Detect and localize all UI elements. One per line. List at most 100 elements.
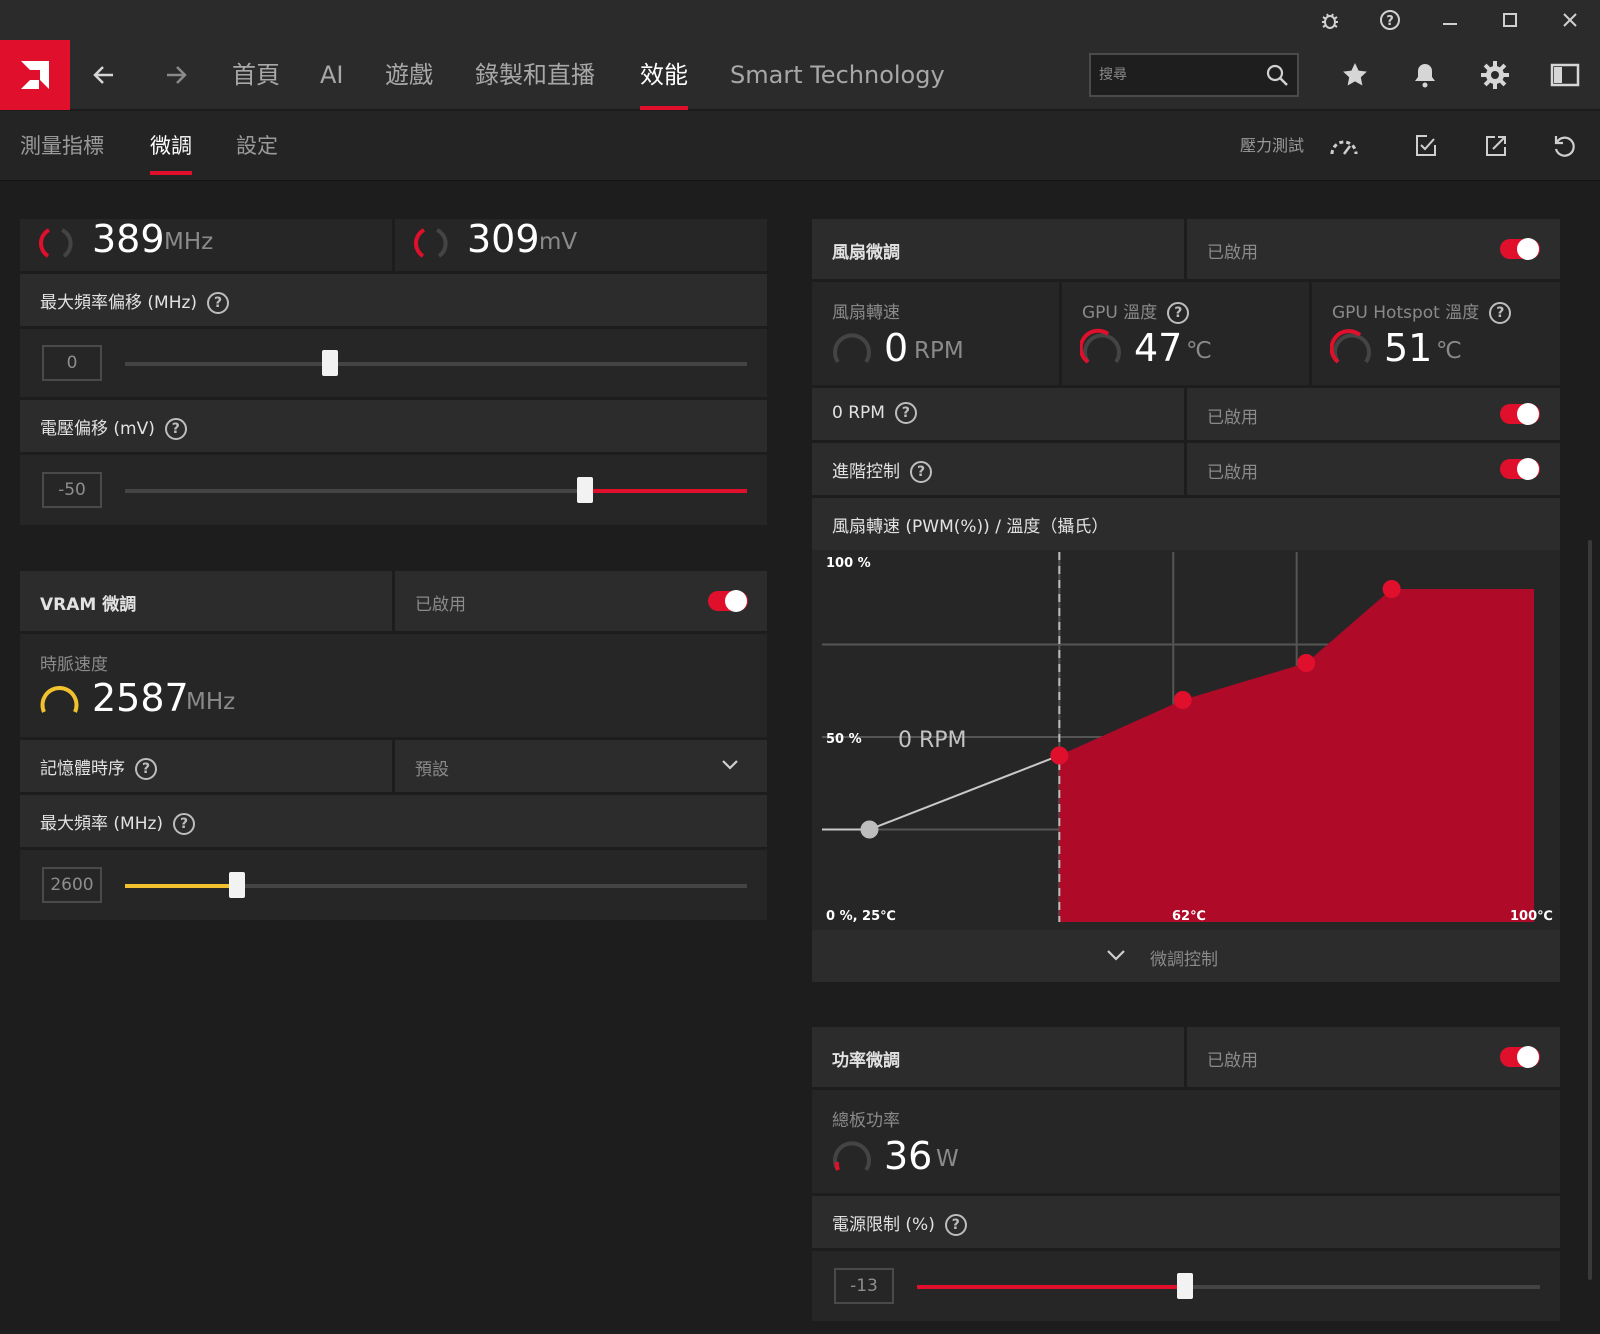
bell-icon[interactable] bbox=[1405, 55, 1445, 95]
chart-point-inactive bbox=[860, 820, 879, 839]
vram-tuning-toggle[interactable] bbox=[708, 590, 748, 612]
fine-tune-control-label[interactable]: 微調控制 bbox=[1150, 945, 1218, 970]
gpu-clock-readout: 389 MHz bbox=[20, 217, 392, 271]
gear-icon[interactable] bbox=[1475, 55, 1515, 95]
voltage-offset-header: 電壓偏移 (mV)? bbox=[20, 400, 767, 452]
fan-tuning-title: 風扇微調 bbox=[832, 243, 900, 263]
chart-line-inactive bbox=[869, 754, 1060, 831]
voltage-offset-label: 電壓偏移 (mV) bbox=[40, 419, 155, 439]
fan-speed-readout: 風扇轉速 0 RPM bbox=[812, 282, 1059, 385]
gpu-temp-gauge-icon bbox=[1080, 328, 1121, 364]
close-icon[interactable] bbox=[1550, 0, 1590, 40]
nav-tab-record-stream[interactable]: 錄製和直播 bbox=[475, 40, 595, 110]
fan-tuning-toggle[interactable] bbox=[1500, 238, 1540, 260]
help-icon[interactable]: ? bbox=[135, 758, 157, 780]
sub-tab-tuning[interactable]: 微調 bbox=[150, 111, 192, 181]
search-box[interactable] bbox=[1089, 53, 1299, 97]
max-freq-offset-input[interactable]: 0 bbox=[42, 345, 102, 381]
vram-tuning-status: 已啟用 bbox=[415, 595, 466, 615]
nav-tab-smart-technology[interactable]: Smart Technology bbox=[730, 40, 945, 110]
star-icon[interactable] bbox=[1335, 55, 1375, 95]
nav-tab-ai[interactable]: AI bbox=[320, 40, 344, 110]
chart-point bbox=[1050, 746, 1069, 765]
gpu-temp-unit: ℃ bbox=[1186, 338, 1212, 364]
nav-tab-home[interactable]: 首頁 bbox=[232, 40, 280, 110]
back-arrow-icon[interactable] bbox=[84, 55, 124, 95]
max-freq-offset-track[interactable] bbox=[125, 362, 747, 366]
help-icon[interactable]: ? bbox=[1167, 302, 1190, 324]
help-icon[interactable]: ? bbox=[1489, 302, 1512, 324]
sub-tab-settings[interactable]: 設定 bbox=[236, 111, 278, 181]
fan-tuning-status-cell: 已啟用 bbox=[1187, 219, 1560, 279]
fan-tuning-header: 風扇微調 bbox=[812, 219, 1184, 279]
vram-max-freq-input[interactable]: 2600 bbox=[42, 867, 102, 903]
fan-speed-label: 風扇轉速 bbox=[832, 303, 900, 323]
save-profile-icon[interactable] bbox=[1408, 128, 1444, 164]
minimize-icon[interactable] bbox=[1430, 0, 1470, 40]
voltage-offset-input[interactable]: -50 bbox=[42, 472, 102, 508]
fan-tuning-status: 已啟用 bbox=[1207, 243, 1258, 263]
advanced-control-label: 進階控制 bbox=[832, 462, 900, 482]
nav-tab-performance[interactable]: 效能 bbox=[640, 40, 688, 110]
fine-tune-control-toggle[interactable]: 微調控制 bbox=[812, 930, 1560, 982]
vram-max-freq-label: 最大頻率 (MHz) bbox=[40, 814, 164, 834]
max-freq-offset-slider[interactable] bbox=[322, 350, 339, 376]
scrollbar[interactable] bbox=[1588, 540, 1592, 1280]
memory-timing-dropdown[interactable]: 預設 bbox=[395, 740, 767, 792]
help-icon[interactable]: ? bbox=[173, 813, 196, 835]
chart-tick-x-max: 100℃ bbox=[1510, 909, 1553, 924]
help-icon[interactable]: ? bbox=[207, 292, 230, 314]
help-icon[interactable]: ? bbox=[894, 402, 917, 424]
zero-rpm-toggle[interactable] bbox=[1500, 403, 1540, 425]
chevron-down-icon[interactable] bbox=[1106, 948, 1126, 962]
max-freq-offset-row: 0 bbox=[20, 329, 767, 397]
reset-icon[interactable] bbox=[1546, 128, 1582, 164]
board-power-label: 總板功率 bbox=[832, 1111, 900, 1131]
bug-icon[interactable] bbox=[1310, 0, 1350, 40]
fan-curve-chart[interactable]: 100 % 50 % 0 %, 25℃ 62℃ 100℃ 0 RPM bbox=[822, 552, 1553, 928]
vram-max-freq-fill bbox=[125, 884, 237, 888]
power-tuning-header: 功率微調 bbox=[812, 1027, 1184, 1087]
maximize-icon[interactable] bbox=[1490, 0, 1530, 40]
power-limit-header: 電源限制 (%)? bbox=[812, 1196, 1560, 1248]
chart-tick-y-top: 100 % bbox=[826, 556, 871, 571]
chevron-down-icon[interactable] bbox=[721, 758, 739, 772]
zero-rpm-label: 0 RPM bbox=[832, 403, 885, 423]
search-input[interactable] bbox=[1099, 63, 1249, 87]
vram-tuning-header: VRAM 微調 bbox=[20, 571, 392, 631]
help-icon[interactable]: ? bbox=[1370, 0, 1410, 40]
gpu-hotspot-label: GPU Hotspot 溫度 bbox=[1332, 303, 1480, 323]
power-limit-input[interactable]: -13 bbox=[834, 1268, 894, 1304]
advanced-control-toggle[interactable] bbox=[1500, 458, 1540, 480]
power-limit-row: -13 bbox=[812, 1251, 1560, 1321]
stress-test-label[interactable]: 壓力測試 bbox=[1240, 111, 1304, 181]
svg-text:?: ? bbox=[1386, 14, 1394, 29]
amd-logo[interactable] bbox=[0, 40, 70, 110]
fan-speed-value: 0 bbox=[884, 326, 909, 370]
gpu-temp-label: GPU 溫度 bbox=[1082, 303, 1158, 323]
stress-gauge-icon[interactable] bbox=[1326, 128, 1362, 164]
help-icon[interactable]: ? bbox=[944, 1214, 967, 1236]
max-freq-offset-header: 最大頻率偏移 (MHz)? bbox=[20, 274, 767, 326]
gpu-hotspot-readout: GPU Hotspot 溫度? 51 ℃ bbox=[1312, 282, 1560, 385]
search-icon[interactable] bbox=[1265, 63, 1289, 91]
zero-rpm-label-cell: 0 RPM? bbox=[812, 388, 1184, 440]
chart-point bbox=[1297, 654, 1316, 672]
vram-tuning-status-cell: 已啟用 bbox=[395, 571, 767, 631]
nav-tab-gaming[interactable]: 遊戲 bbox=[385, 40, 433, 110]
voltage-offset-slider[interactable] bbox=[577, 477, 594, 503]
voltage-offset-row: -50 bbox=[20, 455, 767, 525]
sidebar-panel-icon[interactable] bbox=[1545, 55, 1585, 95]
fan-curve-label: 風扇轉速 (PWM(%)) / 溫度（攝氏） bbox=[832, 517, 1109, 537]
power-tuning-toggle[interactable] bbox=[1500, 1046, 1540, 1068]
export-icon[interactable] bbox=[1478, 128, 1514, 164]
chart-tick-origin: 0 %, 25℃ bbox=[826, 909, 896, 924]
sub-nav: 測量指標 微調 設定 壓力測試 bbox=[0, 111, 1600, 181]
power-limit-slider[interactable] bbox=[1176, 1273, 1193, 1299]
forward-arrow-icon[interactable] bbox=[156, 55, 196, 95]
vram-max-freq-slider[interactable] bbox=[228, 872, 245, 898]
help-icon[interactable]: ? bbox=[910, 461, 932, 483]
sub-tab-metrics[interactable]: 測量指標 bbox=[20, 111, 104, 181]
power-tuning-status-cell: 已啟用 bbox=[1187, 1027, 1560, 1087]
help-icon[interactable]: ? bbox=[164, 418, 187, 440]
